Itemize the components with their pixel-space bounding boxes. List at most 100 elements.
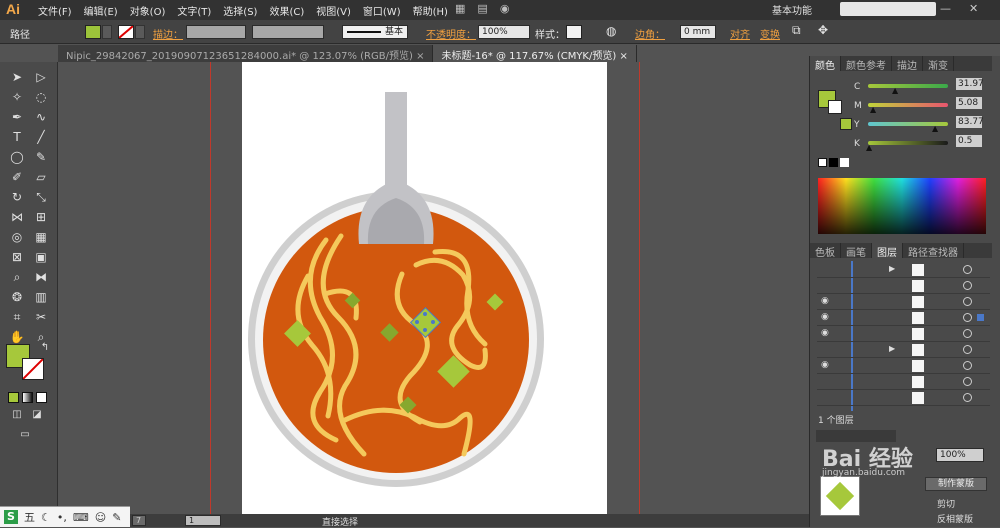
target-icon[interactable] <box>963 345 972 354</box>
menu-effect[interactable]: 效果(C) <box>269 3 304 18</box>
magic-wand-icon[interactable]: ✧ <box>8 89 26 105</box>
clip-checkbox-label[interactable]: 剪切 <box>937 497 955 510</box>
visibility-eye-icon[interactable]: ◉ <box>821 296 829 306</box>
layer-row[interactable]: ▶ <box>817 262 990 278</box>
layer-row[interactable] <box>817 278 990 294</box>
visibility-eye-icon[interactable]: ◉ <box>821 328 829 338</box>
anchor-point[interactable] <box>431 320 435 324</box>
menu-window[interactable]: 窗口(W) <box>363 3 401 18</box>
stroke-dropdown[interactable] <box>135 25 145 39</box>
search-input[interactable] <box>840 2 936 16</box>
keyboard-icon[interactable]: ⌨ <box>73 511 89 524</box>
layer-row[interactable] <box>817 390 990 406</box>
zoom-field[interactable]: 7 <box>132 515 146 526</box>
tab-color[interactable]: 颜色 <box>810 56 841 72</box>
transform-link[interactable]: 变换 <box>760 26 780 41</box>
menu-view[interactable]: 视图(V) <box>316 3 351 18</box>
paintbrush-icon[interactable]: ✎ <box>32 149 50 165</box>
tab-layers[interactable]: 图层 <box>872 243 903 259</box>
target-icon[interactable] <box>963 329 972 338</box>
rotate-tool-icon[interactable]: ↻ <box>8 189 26 205</box>
tab-close-icon[interactable]: × <box>416 51 424 62</box>
target-icon[interactable] <box>963 281 972 290</box>
expand-arrow-icon[interactable]: ▶ <box>889 344 895 353</box>
direct-selection-tool-icon[interactable]: ▷ <box>32 69 50 85</box>
layer-row[interactable]: ◉ <box>817 326 990 342</box>
lasso-icon[interactable]: ◌ <box>32 89 50 105</box>
fill-dropdown[interactable] <box>102 25 112 39</box>
channel-k-slider[interactable] <box>868 141 948 145</box>
invert-mask-checkbox-label[interactable]: 反相蒙版 <box>937 512 973 525</box>
blend-tool-icon[interactable]: ⧓ <box>32 269 50 285</box>
channel-y-handle[interactable]: ▲ <box>932 124 938 133</box>
opacity-field[interactable]: 100% <box>478 25 530 39</box>
channel-m-value[interactable]: 5.08 <box>956 97 982 109</box>
line-tool-icon[interactable]: ╱ <box>32 129 50 145</box>
gradient-tool-icon[interactable]: ▣ <box>32 249 50 265</box>
tab-document-1[interactable]: Nipic_29842067_20190907123651284000.ai* … <box>58 45 434 62</box>
target-icon[interactable] <box>963 361 972 370</box>
menu-type[interactable]: 文字(T) <box>177 3 211 18</box>
noodle-bowl-artwork[interactable] <box>242 62 607 517</box>
channel-m-handle[interactable]: ▲ <box>870 105 876 114</box>
free-transform-icon[interactable]: ⊞ <box>32 209 50 225</box>
tab-document-2[interactable]: 未标题-16* @ 117.67% (CMYK/预览) × <box>433 45 637 62</box>
selection-indicator[interactable] <box>977 314 984 321</box>
layer-row[interactable]: ◉ <box>817 294 990 310</box>
target-icon-selected[interactable] <box>963 313 972 322</box>
menu-object[interactable]: 对象(O) <box>130 3 166 18</box>
hand-tool-icon[interactable]: ✋ <box>8 329 26 345</box>
screen-mode-icon[interactable]: ▭ <box>16 427 34 443</box>
options-icon[interactable]: ✥ <box>818 23 828 37</box>
ellipse-tool-icon[interactable]: ◯ <box>8 149 26 165</box>
arrange-docs-icon[interactable]: ▤ <box>477 2 487 15</box>
color-mode-icon[interactable] <box>8 392 19 403</box>
mask-thumbnail[interactable] <box>820 476 860 516</box>
expand-arrow-icon[interactable]: ▶ <box>889 264 895 273</box>
workspace-switcher[interactable]: 基本功能 <box>772 2 812 17</box>
fill-swatch[interactable] <box>85 25 101 39</box>
ime-logo-icon[interactable]: S <box>4 510 18 524</box>
target-icon[interactable] <box>963 393 972 402</box>
close-icon[interactable]: ✕ <box>969 2 978 15</box>
draw-normal-icon[interactable]: ◫ <box>8 407 26 423</box>
variable-width-profile[interactable] <box>252 25 324 39</box>
tab-swatches[interactable]: 色板 <box>810 243 841 259</box>
white-swatch[interactable] <box>840 158 849 167</box>
gradient-mode-icon[interactable] <box>22 392 33 403</box>
black-swatch[interactable] <box>829 158 838 167</box>
type-tool-icon[interactable]: T <box>8 129 26 145</box>
channel-k-value[interactable]: 0.5 <box>956 135 982 147</box>
ime-mode[interactable]: 五 <box>24 509 35 525</box>
pencil-icon[interactable]: ✐ <box>8 169 26 185</box>
target-icon[interactable] <box>963 265 972 274</box>
stroke-label[interactable]: 描边： <box>153 26 183 41</box>
eyedropper-icon[interactable]: ⌕ <box>8 269 26 285</box>
half-width-icon[interactable]: ☾ <box>41 511 51 524</box>
visibility-eye-icon[interactable]: ◉ <box>821 360 829 370</box>
layer-row[interactable]: ◉ <box>817 310 990 326</box>
layer-row[interactable]: ◉ <box>817 358 990 374</box>
tab-gradient[interactable]: 渐变 <box>923 56 954 72</box>
tab-color-guide[interactable]: 颜色参考 <box>841 56 892 72</box>
stroke-swatch[interactable] <box>118 25 134 39</box>
selection-tool-icon[interactable]: ➤ <box>8 69 26 85</box>
page-field[interactable]: 1 <box>185 515 221 526</box>
stroke-color-box[interactable] <box>22 358 44 380</box>
graphic-style-swatch[interactable] <box>566 25 582 39</box>
tab-brushes[interactable]: 画笔 <box>841 243 872 259</box>
recolor-icon[interactable]: ◍ <box>606 24 616 38</box>
corner-label[interactable]: 边角： <box>635 26 665 41</box>
slice-tool-icon[interactable]: ✂ <box>32 309 50 325</box>
menu-file[interactable]: 文件(F) <box>38 3 72 18</box>
channel-k-handle[interactable]: ▲ <box>866 143 872 152</box>
anchor-point[interactable] <box>423 328 427 332</box>
minimize-icon[interactable]: — <box>940 2 951 15</box>
settings-icon[interactable]: ✎ <box>112 511 121 524</box>
tab-close-icon[interactable]: × <box>619 51 627 62</box>
bridge-icon[interactable]: ▦ <box>455 2 465 15</box>
make-mask-button[interactable]: 制作蒙版 <box>925 477 987 491</box>
draw-behind-icon[interactable]: ◪ <box>28 407 46 423</box>
align-link[interactable]: 对齐 <box>730 26 750 41</box>
none-mode-icon[interactable] <box>36 392 47 403</box>
